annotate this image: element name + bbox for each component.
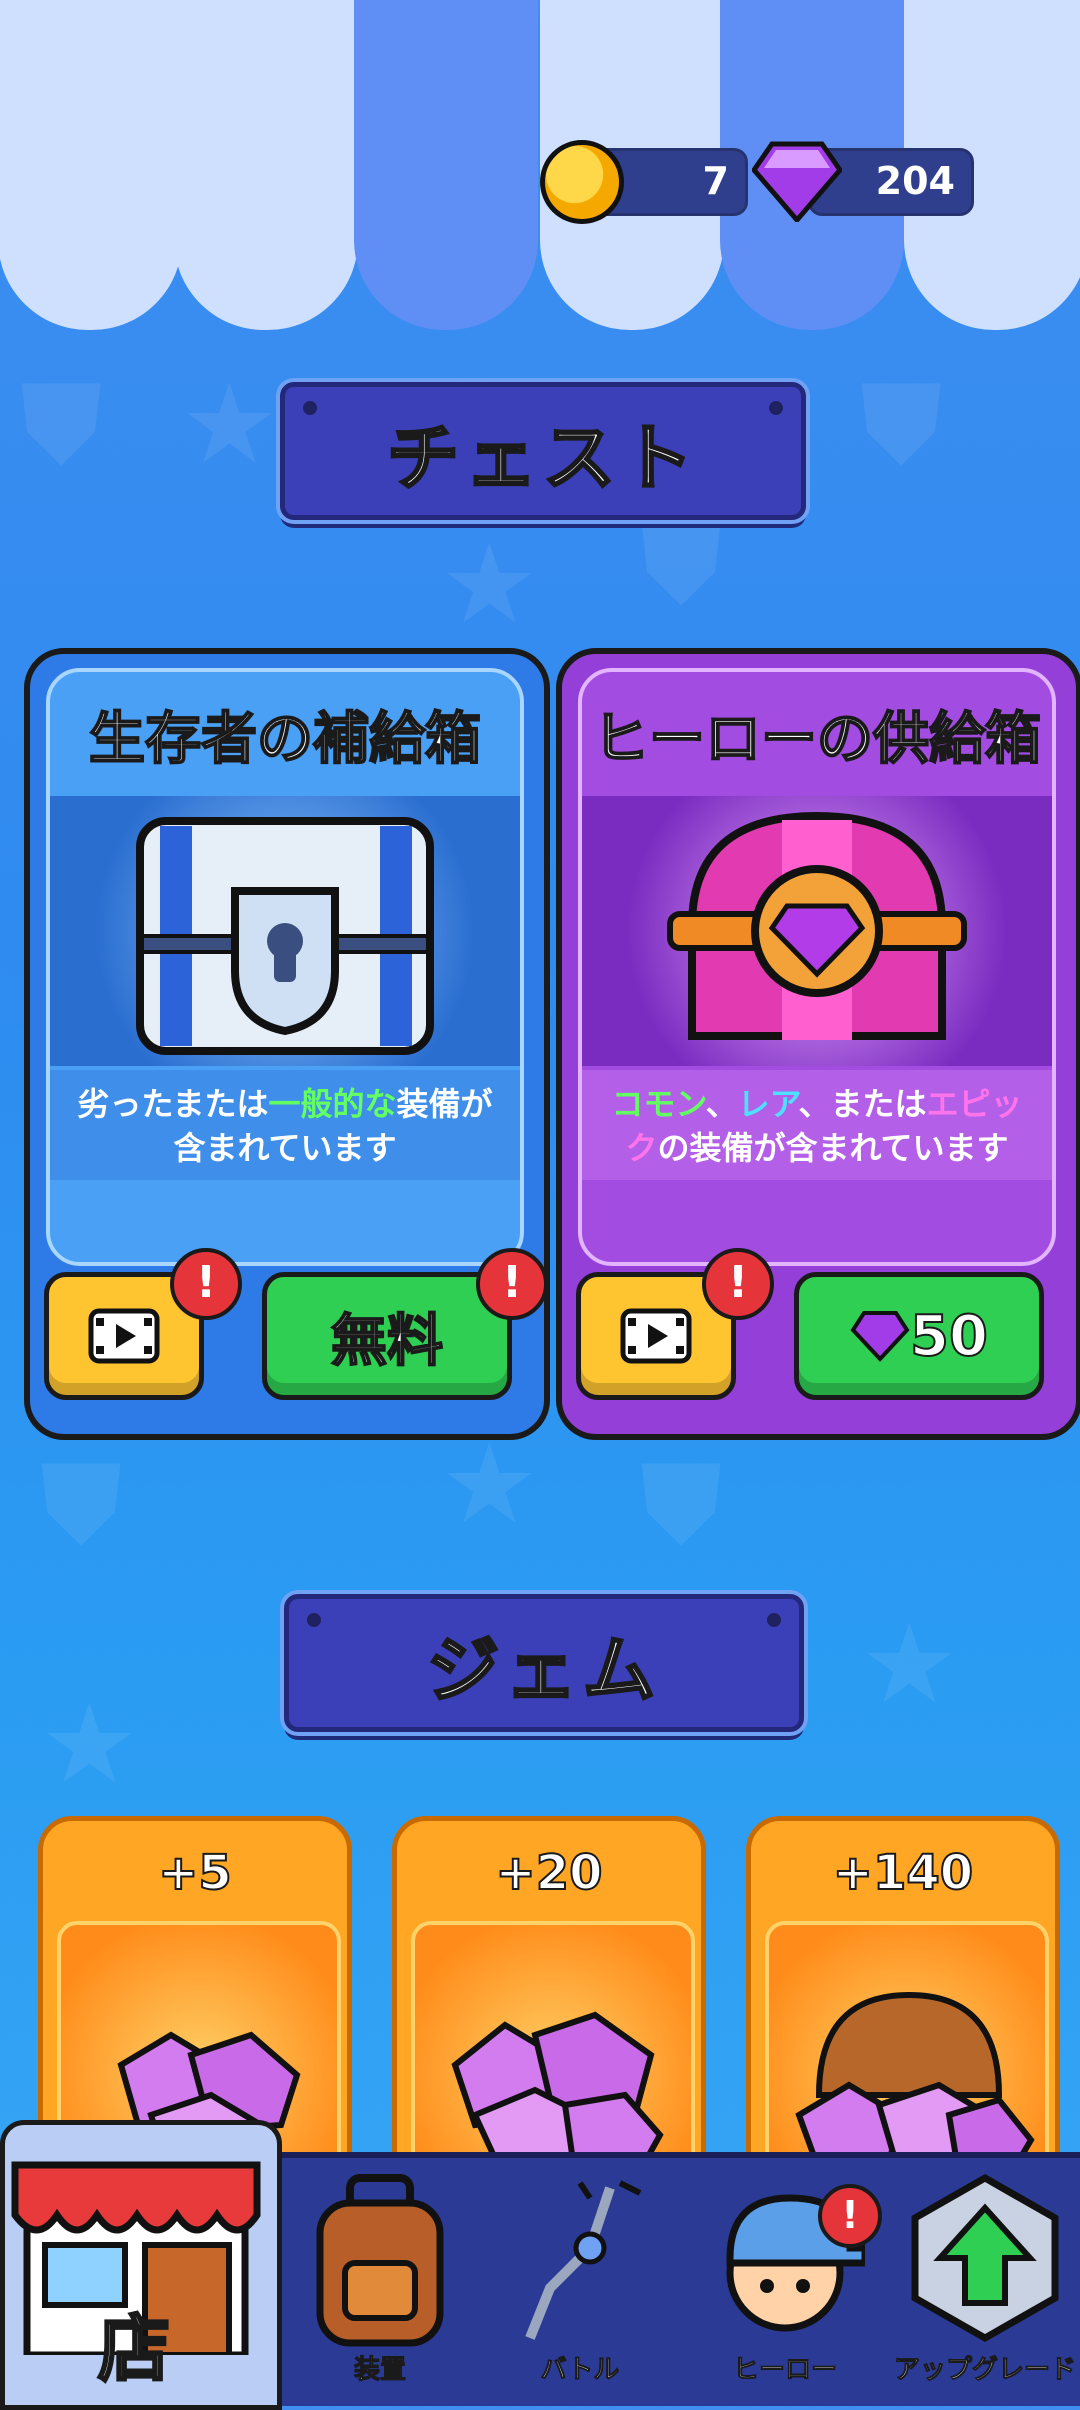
nav-upgrade-tab[interactable]: アップグレード (890, 2160, 1080, 2400)
chests-title: チェスト (385, 414, 699, 501)
nav-equipment-label: 装置 (353, 2355, 406, 2386)
nav-hero-label: ヒーロー (732, 2355, 837, 2386)
chest-description: コモン、レア、またはエピッ クの装備が含まれています (582, 1070, 1052, 1180)
shield-pattern-icon: ⛊ (860, 360, 943, 488)
desc-text: の装備が含まれています (657, 1129, 1009, 1167)
video-icon (620, 1308, 692, 1364)
hero-chest-card: ヒーローの供給箱 コモン、レア、またはエピッ クの装備が含まれています ! 50 (556, 648, 1080, 1440)
desc-highlight: エピッ (926, 1085, 1023, 1123)
alert-badge: ! (702, 1248, 774, 1320)
gem-icon (752, 141, 842, 222)
nav-battle-tab[interactable]: バトル (490, 2160, 670, 2400)
coin-count: 7 (702, 159, 729, 203)
desc-text: 、 (705, 1085, 738, 1123)
gem-count: 204 (875, 159, 955, 203)
gem-icon (850, 1311, 910, 1362)
coin-icon (540, 140, 624, 224)
upgrade-arrow-icon (911, 2173, 1059, 2343)
star-pattern-icon: ★ (860, 1600, 959, 1728)
desc-text: 装備が (396, 1085, 493, 1123)
survivor-chest-card: 生存者の補給箱 劣ったまたは一般的な装備が 含まれています ! 無料 ! (24, 648, 550, 1440)
star-pattern-icon: ★ (180, 360, 279, 488)
gem-pack-amount: +140 (832, 1844, 974, 1902)
star-pattern-icon: ★ (40, 1680, 139, 1808)
nav-battle-label: バトル (540, 2355, 620, 2386)
desc-highlight: 一般的な (268, 1085, 397, 1123)
desc-text: 、または (798, 1085, 927, 1123)
shield-pattern-icon: ⛊ (640, 1440, 723, 1568)
backpack-icon (316, 2174, 444, 2347)
hero-alert-badge: ! (818, 2184, 882, 2248)
desc-highlight: コモン (611, 1085, 706, 1123)
nav-upgrade-label: アップグレード (893, 2355, 1076, 2386)
buy-with-gems-button[interactable]: 50 (794, 1272, 1044, 1400)
alert-badge: ! (476, 1248, 548, 1320)
chest-description: 劣ったまたは一般的な装備が 含まれています (50, 1070, 520, 1180)
desc-highlight: ク (625, 1129, 658, 1167)
gem-pack-amount: +20 (494, 1844, 603, 1902)
desc-highlight: レア (737, 1085, 799, 1123)
gems-title: ジェム (425, 1626, 661, 1713)
chests-section-header: チェスト (280, 382, 806, 520)
chest-title: 生存者の補給箱 (88, 706, 482, 773)
survivor-chest-art (50, 796, 520, 1066)
star-pattern-icon: ★ (440, 520, 539, 648)
desc-text: 劣ったまたは (77, 1085, 269, 1123)
silver-chest-icon (136, 817, 434, 1055)
shield-pattern-icon: ⛊ (20, 360, 103, 488)
pink-chest-icon (667, 811, 967, 1040)
claw-chain-icon (525, 2180, 642, 2340)
video-icon (88, 1308, 160, 1364)
chest-title: ヒーローの供給箱 (592, 706, 1042, 773)
gems-section-header: ジェム (284, 1594, 804, 1732)
alert-badge: ! (170, 1248, 242, 1320)
gem-price: 50 (909, 1303, 989, 1370)
free-label: 無料 (330, 1308, 444, 1375)
shield-pattern-icon: ⛊ (40, 1440, 123, 1568)
desc-text: 含まれています (173, 1129, 397, 1167)
hero-chest-art (582, 796, 1052, 1066)
free-open-button[interactable]: 無料 (262, 1272, 512, 1400)
nav-equipment-tab[interactable]: 装置 (290, 2160, 470, 2400)
gem-pack-amount: +5 (157, 1844, 233, 1902)
nav-shop-label: 店 (96, 2306, 171, 2393)
